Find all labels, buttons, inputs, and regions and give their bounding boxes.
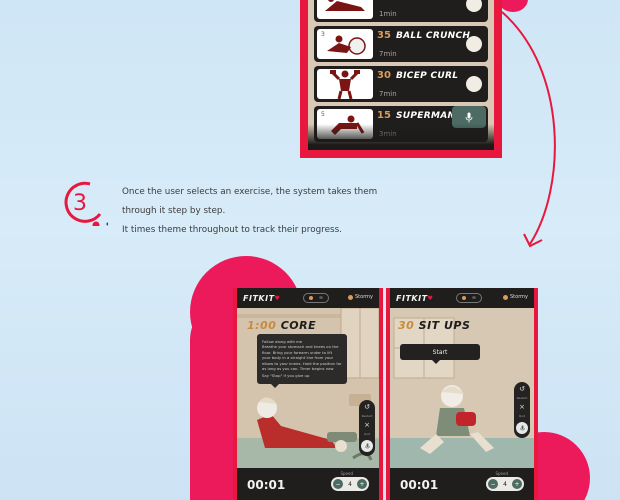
start-button[interactable]: Start bbox=[400, 344, 480, 364]
exercise-select-radio[interactable] bbox=[466, 36, 482, 52]
instruction-tooltip: Follow along with me Breathe your stomac… bbox=[257, 334, 347, 388]
microphone-button[interactable] bbox=[361, 440, 373, 452]
speed-increase-button[interactable]: + bbox=[356, 479, 367, 489]
start-button-label: Start bbox=[432, 348, 448, 356]
microphone-icon bbox=[519, 424, 525, 430]
microphone-button[interactable] bbox=[516, 422, 528, 434]
speed-increase-button[interactable]: + bbox=[511, 479, 522, 489]
exercise-duration: 7min bbox=[379, 50, 397, 58]
speed-value: 4 bbox=[503, 480, 507, 488]
quit-label: Quit bbox=[363, 432, 371, 436]
exercise-list-screen: 1min 3 35 BALL CRUNCH 7min 30 BICEP CURL… bbox=[300, 0, 502, 158]
tooltip-tail bbox=[271, 384, 279, 388]
step-number: 3 bbox=[73, 191, 87, 216]
restart-label: Restart bbox=[361, 414, 373, 418]
exercise-number: 3 bbox=[321, 31, 325, 38]
elapsed-timer: 00:01 bbox=[400, 478, 439, 492]
infinite-label: ∞ bbox=[471, 295, 477, 301]
app-header: FITKIT ♥ ∞ Stormy bbox=[237, 288, 379, 308]
exercise-select-radio[interactable] bbox=[466, 0, 482, 12]
restart-icon[interactable]: ↺ bbox=[519, 386, 525, 393]
exercise-duration: 1min bbox=[379, 10, 397, 18]
exercise-title: 30 SIT UPS bbox=[398, 319, 470, 332]
playback-controls: ↺ Restart × Quit bbox=[514, 382, 530, 438]
app-logo[interactable]: FITKIT bbox=[243, 294, 275, 303]
elapsed-timer: 00:01 bbox=[247, 478, 286, 492]
speed-label: Speed bbox=[340, 471, 353, 476]
avatar bbox=[503, 294, 508, 300]
start-button-tail bbox=[432, 360, 440, 364]
step-description: Once the user selects an exercise, the s… bbox=[122, 183, 442, 240]
exercise-card-plank[interactable]: 1min bbox=[314, 0, 488, 22]
restart-icon[interactable]: ↺ bbox=[364, 404, 370, 411]
close-icon[interactable]: × bbox=[364, 422, 370, 429]
speed-decrease-button[interactable]: − bbox=[488, 479, 498, 489]
exercise-name: BICEP CURL bbox=[396, 71, 459, 81]
step-number-badge: 3 bbox=[64, 181, 108, 226]
infinite-label: ∞ bbox=[318, 295, 324, 301]
exercise-reps: 35 bbox=[377, 30, 391, 41]
avatar bbox=[348, 294, 353, 300]
step-line: Once the user selects an exercise, the s… bbox=[122, 187, 378, 197]
exercise-title-name: CORE bbox=[280, 319, 317, 332]
restart-label: Restart bbox=[516, 396, 528, 400]
exercise-list: 1min 3 35 BALL CRUNCH 7min 30 BICEP CURL… bbox=[308, 0, 494, 150]
app-logo[interactable]: FITKIT bbox=[396, 294, 428, 303]
exercise-title-reps: 30 bbox=[398, 319, 415, 332]
playback-controls: ↺ Restart × Quit bbox=[359, 400, 375, 456]
list-fade bbox=[308, 124, 494, 150]
exercise-card-ball-crunch[interactable]: 3 35 BALL CRUNCH 7min bbox=[314, 26, 488, 62]
exercise-title-name: SIT UPS bbox=[418, 319, 471, 332]
user-profile[interactable]: Stormy bbox=[503, 294, 528, 300]
heart-icon: ♥ bbox=[274, 294, 280, 302]
exercise-reps: 30 bbox=[377, 70, 391, 81]
infinite-mode-toggle[interactable]: ∞ bbox=[303, 293, 329, 303]
exercise-select-radio[interactable] bbox=[466, 76, 482, 92]
speed-stepper: − 4 + bbox=[331, 477, 369, 491]
speed-value: 4 bbox=[348, 480, 352, 488]
bicep-curl-icon bbox=[317, 69, 373, 99]
exercise-number: 5 bbox=[321, 111, 325, 118]
user-name: Stormy bbox=[355, 294, 373, 300]
tooltip-line: Say "Stop" if you give up bbox=[262, 373, 310, 379]
speed-stepper: − 4 + bbox=[486, 477, 524, 491]
toggle-dot bbox=[461, 296, 466, 300]
timer-bar: 00:01 Speed − 4 + bbox=[237, 468, 379, 500]
exercise-name: BALL CRUNCH bbox=[396, 31, 471, 41]
user-name: Stormy bbox=[510, 294, 528, 300]
heart-icon: ♥ bbox=[427, 294, 433, 302]
decorative-blob-top bbox=[498, 0, 528, 12]
close-icon[interactable]: × bbox=[519, 404, 525, 411]
exercise-duration: 7min bbox=[379, 90, 397, 98]
speed-decrease-button[interactable]: − bbox=[333, 479, 343, 489]
plank-pose-icon bbox=[317, 0, 373, 19]
app-header: FITKIT ♥ ∞ Stormy bbox=[390, 288, 534, 308]
tooltip-line: your body in a straight line from your bbox=[262, 355, 334, 361]
ball-crunch-icon: 3 bbox=[317, 29, 373, 59]
workout-screen-sit-ups: FITKIT ♥ ∞ Stormy 30 SIT UPS Start ↺ Res… bbox=[386, 288, 538, 500]
timer-bar: 00:01 Speed − 4 + bbox=[390, 468, 534, 500]
exercise-title: 1:00 CORE bbox=[247, 319, 316, 332]
infinite-mode-toggle[interactable]: ∞ bbox=[456, 293, 482, 303]
tooltip-line: as long as you can. Timer begins now bbox=[262, 366, 334, 372]
step-line: It times theme throughout to track their… bbox=[122, 225, 342, 235]
microphone-icon bbox=[364, 442, 370, 448]
speed-label: Speed bbox=[495, 471, 508, 476]
exercise-card-bicep-curl[interactable]: 30 BICEP CURL 7min bbox=[314, 66, 488, 102]
toggle-dot bbox=[308, 296, 313, 300]
exercise-title-time: 1:00 bbox=[247, 319, 277, 332]
quit-label: Quit bbox=[518, 414, 526, 418]
user-profile[interactable]: Stormy bbox=[348, 294, 373, 300]
microphone-icon bbox=[465, 112, 473, 122]
step-line: through it step by step. bbox=[122, 206, 226, 216]
workout-screen-core: FITKIT ♥ ∞ Stormy 1:00 CORE Follow along… bbox=[233, 288, 383, 500]
exercise-reps: 15 bbox=[377, 110, 391, 121]
